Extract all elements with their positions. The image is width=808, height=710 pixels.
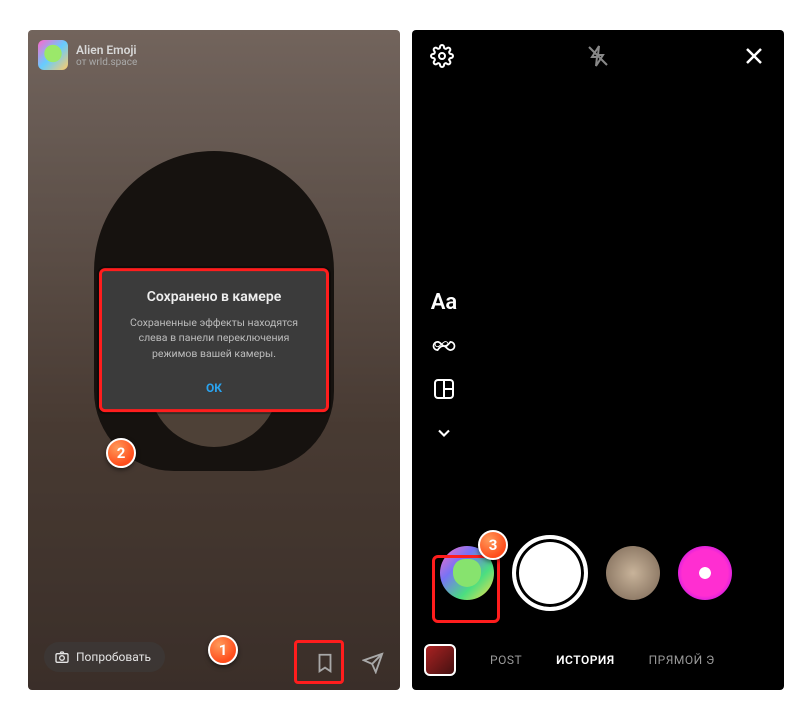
dialog-title: Сохранено в камере	[116, 289, 312, 305]
try-effect-button[interactable]: Попробовать	[44, 642, 165, 672]
right-screenshot: Aa POST ИСТОРИЯ ПРЯМОЙ Э	[412, 30, 784, 690]
saved-dialog: Сохранено в камере Сохраненные эффекты н…	[99, 268, 329, 412]
settings-icon[interactable]	[430, 44, 454, 68]
layout-icon[interactable]	[432, 377, 456, 401]
text-tool[interactable]: Aa	[430, 290, 458, 315]
dialog-body: Сохраненные эффекты находятся слева в па…	[116, 315, 312, 361]
gallery-thumbnail[interactable]	[424, 644, 456, 676]
annotation-badge-2: 2	[106, 438, 136, 468]
annotation-highlight-effect	[432, 555, 500, 623]
try-button-label: Попробовать	[76, 650, 151, 664]
annotation-badge-1: 1	[208, 635, 238, 665]
camera-icon	[54, 649, 70, 665]
shutter-button[interactable]	[512, 535, 588, 611]
camera-top-bar	[412, 44, 784, 68]
camera-side-tools: Aa	[430, 290, 458, 443]
effect-avatar-icon	[38, 40, 68, 70]
infinity-icon[interactable]	[430, 337, 458, 355]
effect-header[interactable]: Alien Emoji от wrld.space	[38, 40, 137, 70]
flash-off-icon[interactable]	[586, 44, 610, 68]
chevron-down-icon[interactable]	[434, 423, 454, 443]
dialog-ok-button[interactable]: ОК	[202, 377, 226, 399]
annotation-badge-3: 3	[478, 530, 508, 560]
effect-name: Alien Emoji	[76, 43, 137, 57]
camera-mode-row: POST ИСТОРИЯ ПРЯМОЙ Э	[412, 644, 784, 676]
mode-story[interactable]: ИСТОРИЯ	[556, 653, 614, 667]
left-screenshot: Alien Emoji от wrld.space Сохранено в ка…	[28, 30, 400, 690]
sepia-portrait-effect[interactable]	[606, 546, 660, 600]
mode-live[interactable]: ПРЯМОЙ Э	[649, 653, 715, 667]
annotation-highlight-save	[294, 640, 344, 684]
effect-author: от wrld.space	[76, 57, 137, 68]
mode-post[interactable]: POST	[490, 653, 522, 667]
send-icon[interactable]	[362, 652, 384, 674]
pink-alien-effect[interactable]	[678, 546, 732, 600]
close-icon[interactable]	[742, 44, 766, 68]
